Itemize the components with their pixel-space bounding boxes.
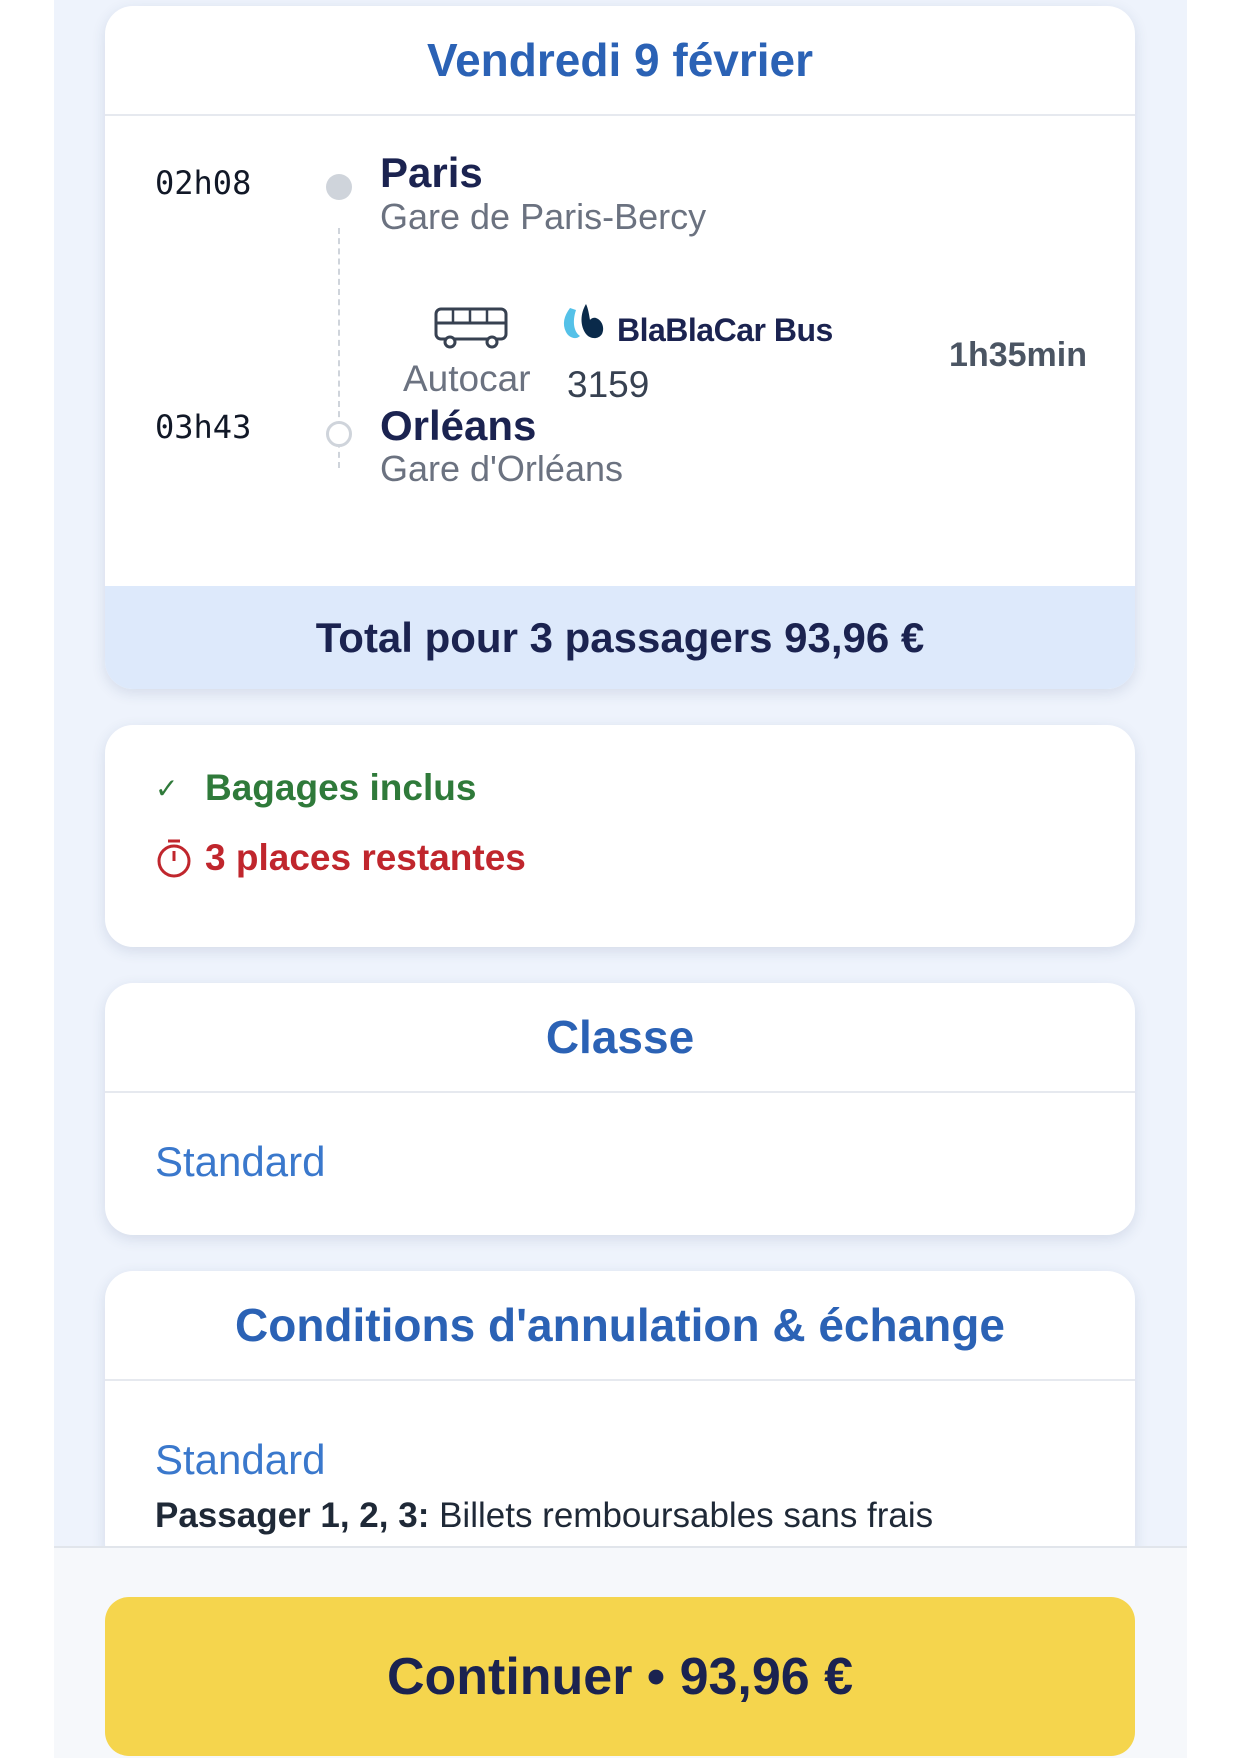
- departure-dot: [326, 174, 352, 200]
- class-value-link[interactable]: Standard: [155, 1138, 325, 1186]
- bus-number: 3159: [567, 364, 650, 405]
- class-card: Classe Standard: [105, 983, 1135, 1235]
- departure-time: 02h08: [155, 164, 252, 202]
- baggage-row: ✓ Bagages inclus: [155, 767, 476, 809]
- total-price-bar: Total pour 3 passagers 93,96 €: [105, 586, 1135, 689]
- continue-button[interactable]: Continuer • 93,96 €: [105, 1597, 1135, 1756]
- class-title: Classe: [105, 983, 1135, 1093]
- conditions-class-link[interactable]: Standard: [155, 1436, 325, 1484]
- transport-mode-label: Autocar: [403, 358, 531, 399]
- arrival-city: Orléans: [380, 402, 537, 449]
- baggage-included-text: Bagages inclus: [205, 767, 477, 808]
- seats-row: 3 places restantes: [155, 837, 526, 879]
- timer-icon: [155, 838, 205, 878]
- trip-duration: 1h35min: [949, 336, 1087, 374]
- arrival-time: 03h43: [155, 408, 252, 446]
- conditions-title: Conditions d'annulation & échange: [105, 1271, 1135, 1381]
- passengers-label: Passager 1, 2, 3:: [155, 1496, 430, 1535]
- arrival-dot: [326, 421, 352, 447]
- operator-name: BlaBlaCar Bus: [617, 312, 833, 348]
- bus-icon: [433, 306, 509, 357]
- arrival-station: Gare d'Orléans: [380, 448, 623, 489]
- conditions-rule: Passager 1, 2, 3: Billets remboursables …: [155, 1496, 933, 1536]
- trip-summary-card: Vendredi 9 février 02h08 Paris Gare de P…: [105, 6, 1135, 689]
- departure-station: Gare de Paris-Bercy: [380, 196, 707, 237]
- checkmark-icon: ✓: [155, 772, 179, 804]
- departure-city: Paris: [380, 149, 483, 196]
- trip-date-title: Vendredi 9 février: [105, 6, 1135, 116]
- conditions-card: Conditions d'annulation & échange Standa…: [105, 1271, 1135, 1571]
- seats-remaining-text: 3 places restantes: [205, 837, 526, 878]
- refund-rule-text: Billets remboursables sans frais: [439, 1496, 934, 1535]
- blablacar-logo-icon: [560, 302, 608, 349]
- trip-info-card: ✓ Bagages inclus 3 places restantes: [105, 725, 1135, 947]
